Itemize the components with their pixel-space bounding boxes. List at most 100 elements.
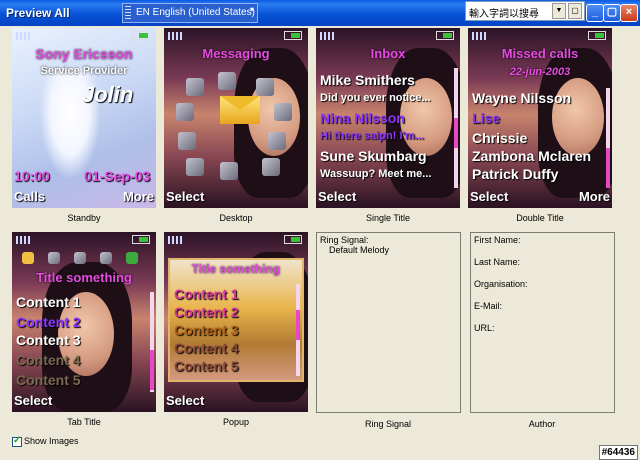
preview-caption: Single Title [365,213,411,223]
show-images-checkbox[interactable] [12,435,22,447]
ring-signal-label: Ring Signal: [320,235,369,245]
url-label: URL: [474,323,495,333]
watermark: #64436 [598,445,638,460]
battery-icon [284,31,302,40]
list-item-preview: Did you ever notice... [320,92,431,104]
folder-icon [178,132,196,150]
desktop-preview[interactable]: Messaging Select [164,28,308,208]
preview-caption: Ring Signal [364,419,412,429]
popup-item: Content 4 [174,340,239,356]
title-bar: Preview All EN English (United States) ▾… [0,0,640,26]
preview-caption: Standby [67,213,101,223]
ime-text: 輸入字詞以搜尋 [469,9,539,20]
battery-icon [588,31,606,40]
operator-line1: Sony Ericsson [35,46,133,62]
signal-icon [320,32,336,40]
operator-line2: Service Provider [40,65,128,77]
logo-text: Jolin [82,82,134,107]
double-title-preview[interactable]: Missed calls 22-jun-2003 Wayne Nilsson L… [468,28,612,208]
popup-title: Title something [191,262,281,276]
list-item: Patrick Duffy [472,166,559,182]
scrollbar-thumb[interactable] [454,118,458,148]
organizer-icon [220,162,238,180]
phonebook-icon [268,132,286,150]
list-item-preview: Wassuup? Meet me... [320,168,432,180]
file-manager-icon [274,103,292,121]
face-image [400,78,452,156]
connectivity-icon [186,158,204,176]
battery-icon [132,31,150,40]
date-text: 01-Sep-03 [84,168,151,184]
contacts-icon [186,78,204,96]
signal-icon [472,32,488,40]
show-images-label[interactable]: Show Images [24,436,79,446]
standby-preview[interactable]: Sony Ericsson Service Provider Jolin 10:… [12,28,156,208]
entertainment-icon [256,78,274,96]
ime-search-box[interactable]: 輸入字詞以搜尋 ▼ ▢ [465,1,585,21]
preview-caption: Author [528,419,556,429]
list-item-preview-selected: Hi there saipn! I'm... [320,130,425,142]
battery-icon [132,235,150,244]
left-softkey: Select [318,189,357,204]
list-item: Content 1 [16,294,81,310]
popup-item: Content 1 [174,286,239,302]
grip-icon [125,6,131,20]
signal-icon [168,236,184,244]
language-selector[interactable]: EN English (United States) ▾ [122,3,258,23]
scrollbar-thumb[interactable] [296,310,300,340]
popup-item: Content 3 [174,322,239,338]
settings-icon [262,158,280,176]
signal-icon [16,236,32,244]
list-title: Inbox [370,46,406,61]
last-name-label: Last Name: [474,257,521,267]
email-label: E-Mail: [474,301,503,311]
author-panel: First Name: Last Name: Organisation: E-M… [470,232,615,413]
menu-title: Messaging [202,46,270,61]
language-label: EN English (United States) [136,7,255,18]
internet-icon [218,72,236,90]
list-item: Content 3 [16,332,81,348]
list-item: Sune Skumbarg [320,148,427,164]
list-subtitle: 22-jun-2003 [509,66,571,78]
list-item-selected: Lise [472,110,501,126]
list-item: Content 4 [16,352,81,368]
tab-icon-4[interactable] [100,252,112,264]
restore-icon[interactable]: ▢ [568,3,582,19]
ring-signal-value: Default Melody [329,245,390,255]
signal-icon [168,32,184,40]
left-softkey: Select [470,189,509,204]
camera-icon [176,103,194,121]
smiley-tab-icon[interactable] [22,252,34,264]
tab-icon-2[interactable] [48,252,60,264]
popup-item: Content 2 [174,304,239,320]
left-softkey: Calls [14,189,46,204]
list-item: Content 5 [16,372,81,388]
left-softkey: Select [166,189,205,204]
minimize-button[interactable]: _ [586,4,604,22]
organisation-label: Organisation: [474,279,528,289]
maximize-button[interactable]: ▢ [603,4,621,22]
first-name-label: First Name: [474,235,521,245]
preview-caption: Desktop [219,213,253,223]
chevron-down-icon[interactable]: ▾ [250,5,254,14]
scrollbar-thumb[interactable] [150,350,154,390]
window-title: Preview All [6,6,70,20]
messaging-icon [220,96,260,124]
dropdown-arrow-icon[interactable]: ▼ [552,3,566,19]
right-softkey: More [122,189,154,204]
close-button[interactable]: × [620,4,638,22]
list-item: Mike Smithers [320,72,415,88]
single-title-preview[interactable]: Inbox Mike Smithers Did you ever notice.… [316,28,460,208]
right-softkey: More [578,189,610,204]
left-softkey: Select [14,393,53,408]
tab-icon-5[interactable] [126,252,138,264]
scrollbar-thumb[interactable] [606,148,610,188]
signal-icon [16,32,32,40]
tab-title-preview[interactable]: Title something Content 1 Content 2 Cont… [12,232,156,412]
tab-icon-3[interactable] [74,252,86,264]
popup-window[interactable]: Title something Content 1 Content 2 Cont… [168,258,304,382]
list-title: Title something [36,270,132,285]
ring-signal-panel: Ring Signal: Default Melody [316,232,461,413]
list-item-selected: Nina Nilsson [320,110,405,126]
battery-icon [284,235,302,244]
